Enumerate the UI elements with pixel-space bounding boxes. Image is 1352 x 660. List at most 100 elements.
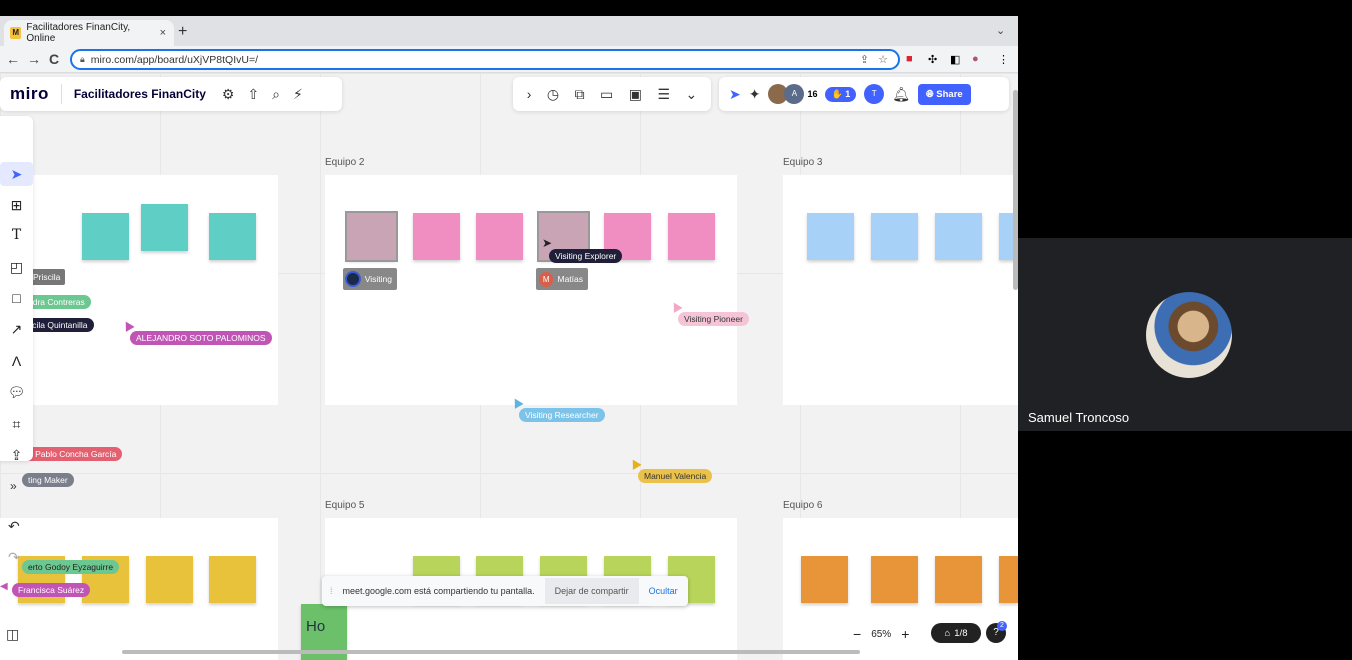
sticky-note[interactable] xyxy=(413,213,460,260)
sticky-note[interactable] xyxy=(146,556,193,603)
sticky-note[interactable] xyxy=(476,213,523,260)
miro-logo[interactable]: miro xyxy=(10,84,49,104)
board-name[interactable]: Facilitadores FinanCity xyxy=(74,87,206,101)
frame-equipo-2[interactable] xyxy=(325,175,737,405)
sticky-note[interactable] xyxy=(999,556,1018,603)
sticky-note[interactable] xyxy=(209,213,256,260)
share-screen-icon[interactable]: ⧉ xyxy=(575,86,585,103)
miro-favicon-icon: M xyxy=(10,27,22,39)
drag-handle-icon[interactable]: ⁞ xyxy=(330,586,333,596)
redo-icon[interactable]: ↷ xyxy=(8,549,20,566)
collaborator-avatars[interactable]: A 16 xyxy=(768,84,817,104)
settings-gear-icon[interactable]: ⚙ xyxy=(222,86,235,103)
browser-tab[interactable]: M Facilitadores FinanCity, Online × xyxy=(4,20,174,46)
side-panel-icon[interactable]: ◧ xyxy=(950,53,960,66)
participant-avatar xyxy=(1146,292,1232,378)
meet-video-tile: Samuel Troncoso xyxy=(1018,238,1352,431)
cursor-label-alejandro: ALEJANDRO SOTO PALOMINOS xyxy=(130,331,272,345)
comment-icon[interactable]: 💬︎ xyxy=(0,384,33,401)
sticky-note[interactable] xyxy=(871,556,918,603)
avatar: A xyxy=(784,84,805,104)
zoom-in-button[interactable]: + xyxy=(901,626,909,642)
sticky-note[interactable] xyxy=(801,556,848,603)
zoom-level[interactable]: 65% xyxy=(871,629,891,640)
search-icon[interactable]: ⌕ xyxy=(272,86,280,103)
horizontal-scrollbar[interactable] xyxy=(122,650,860,654)
frame-title[interactable]: Equipo 3 xyxy=(783,157,822,168)
globe-icon: 🌐︎ xyxy=(926,88,934,100)
stop-sharing-button[interactable]: Dejar de compartir xyxy=(544,578,639,604)
cursor-label-matias: M Matías xyxy=(536,268,588,290)
cursor-arrow-icon: ◀ xyxy=(0,581,8,592)
tab-search-chevron-icon[interactable]: ⌄ xyxy=(996,24,1005,37)
upload-icon[interactable]: ⇧ xyxy=(247,86,259,103)
hand-icon: ✋ xyxy=(831,88,843,99)
more-chevron-icon[interactable]: ⌄ xyxy=(685,86,697,103)
sticky-note-tool-icon[interactable]: ◰ xyxy=(0,259,33,276)
tab-close-icon[interactable]: × xyxy=(160,27,166,39)
frame-title[interactable]: Equipo 6 xyxy=(783,500,822,511)
magic-wand-icon[interactable]: ⚡︎ xyxy=(293,86,303,103)
bell-icon[interactable]: 🔔︎ xyxy=(892,86,910,103)
reload-button[interactable]: C xyxy=(49,51,59,67)
share-button[interactable]: 🌐︎ Share xyxy=(918,83,971,105)
address-bar[interactable]: 🔒︎ miro.com/app/board/uXjVP8tQIvU=/ ⇪ ☆ xyxy=(70,49,900,70)
notification-badge: 2 xyxy=(997,621,1007,631)
sticky-note[interactable] xyxy=(209,556,256,603)
connection-line-icon[interactable]: ↗ xyxy=(0,321,33,338)
forward-button[interactable]: → xyxy=(27,51,41,67)
present-icon[interactable]: ▭ xyxy=(600,86,613,103)
shape-tool-icon[interactable]: □ xyxy=(0,290,33,306)
frame-tool-icon[interactable]: ⌗ xyxy=(0,416,33,433)
more-tools-icon[interactable]: » xyxy=(10,479,17,493)
browser-menu-icon[interactable]: ⋮ xyxy=(998,53,1009,66)
profile-avatar-icon[interactable]: ● xyxy=(972,53,979,65)
sticky-note[interactable] xyxy=(141,204,188,251)
select-tool-icon[interactable]: ➤ xyxy=(0,162,33,186)
text-tool-icon[interactable]: T xyxy=(0,227,33,243)
cursor-mode-icon[interactable]: ➤ xyxy=(729,86,741,103)
visiting-text: Visiting xyxy=(364,274,392,284)
cursor-label-godoy: erto Godoy Eyzaguirre xyxy=(22,560,120,574)
voting-icon[interactable]: ▣ xyxy=(629,86,642,103)
frame-equipo-1[interactable] xyxy=(0,175,278,405)
raised-hands-badge[interactable]: ✋ 1 xyxy=(825,86,857,102)
cursor-label-francisca: Francisca Suárez xyxy=(12,583,91,597)
celebrate-icon[interactable]: ✦ xyxy=(749,86,761,103)
frame-equipo-3[interactable] xyxy=(783,175,1018,405)
frame-title[interactable]: Equipo 5 xyxy=(325,500,364,511)
cursor-label-manuel: Manuel Valencia xyxy=(638,469,713,483)
cursor-label-visiting-researcher: Visiting Researcher xyxy=(519,408,605,422)
zoom-out-button[interactable]: − xyxy=(853,626,861,642)
miro-canvas[interactable]: Equipo 2 Equipo 3 Equipo 5 Equipo 6 Ho P… xyxy=(0,73,1018,660)
chevron-right-icon[interactable]: › xyxy=(527,86,532,102)
frames-panel-icon[interactable]: ◫ xyxy=(6,626,19,643)
presentation-pages[interactable]: ⌂ 1/8 xyxy=(931,623,981,643)
sticky-note[interactable] xyxy=(871,213,918,260)
timer-icon[interactable]: ◷ xyxy=(547,86,559,103)
upload-tool-icon[interactable]: ⇪ xyxy=(0,447,33,464)
my-avatar[interactable]: T xyxy=(864,84,885,104)
puzzle-extensions-icon[interactable]: ✣ xyxy=(928,53,937,66)
sticky-note[interactable] xyxy=(82,213,129,260)
collaborators-toolbar: ➤ ✦ A 16 ✋ 1 T 🔔︎ 🌐︎ Share xyxy=(719,77,1009,111)
sticky-note[interactable] xyxy=(935,556,982,603)
sticky-note[interactable] xyxy=(668,213,715,260)
top-black-strip xyxy=(0,0,1352,16)
notes-icon[interactable]: ☰ xyxy=(657,86,670,103)
bookmark-star-icon[interactable]: ☆ xyxy=(878,53,888,66)
share-page-icon[interactable]: ⇪ xyxy=(860,53,869,66)
hide-button[interactable]: Ocultar xyxy=(649,586,678,596)
back-button[interactable]: ← xyxy=(6,51,20,67)
collaboration-toolbar: › ◷ ⧉ ▭ ▣ ☰ ⌄ xyxy=(513,77,711,111)
frame-title[interactable]: Equipo 2 xyxy=(325,157,364,168)
extension-red-icon[interactable]: ■ xyxy=(906,53,913,65)
sticky-note[interactable] xyxy=(345,211,398,262)
new-tab-button[interactable]: + xyxy=(178,23,187,41)
tab-bar: M Facilitadores FinanCity, Online × + ⌄ xyxy=(0,16,1018,46)
undo-icon[interactable]: ↶ xyxy=(8,518,20,535)
sticky-note[interactable] xyxy=(935,213,982,260)
pen-tool-icon[interactable]: Λ xyxy=(0,353,33,369)
templates-icon[interactable]: ⊞ xyxy=(0,197,33,214)
sticky-note[interactable] xyxy=(807,213,854,260)
